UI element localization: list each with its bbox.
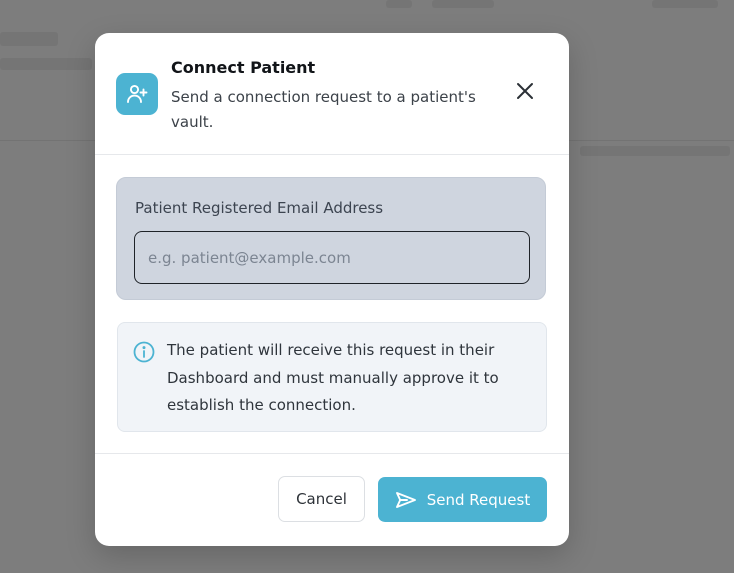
user-plus-icon: [116, 73, 158, 115]
footer-divider: [95, 453, 569, 454]
send-icon: [395, 491, 416, 508]
info-notice: The patient will receive this request in…: [117, 322, 547, 432]
dialog-subtitle: Send a connection request to a patient's…: [171, 88, 476, 131]
close-icon[interactable]: [515, 81, 535, 101]
background-content: [580, 146, 730, 156]
cancel-button[interactable]: Cancel: [278, 476, 365, 522]
dialog-header: Connect Patient Send a connection reques…: [95, 33, 569, 155]
cancel-label: Cancel: [296, 490, 347, 508]
close-button[interactable]: [513, 79, 537, 103]
email-label: Patient Registered Email Address: [135, 199, 384, 217]
dialog-title: Connect Patient: [171, 58, 316, 77]
background-content: [0, 32, 58, 46]
background-content: [652, 0, 718, 8]
background-content: [432, 0, 494, 8]
email-section: Patient Registered Email Address: [116, 177, 546, 300]
send-request-label: Send Request: [426, 490, 531, 509]
info-text: The patient will receive this request in…: [167, 341, 499, 414]
info-icon: [133, 341, 155, 363]
email-input[interactable]: [134, 231, 530, 284]
connect-patient-dialog: Connect Patient Send a connection reques…: [95, 33, 569, 546]
background-content: [386, 0, 412, 8]
send-request-button[interactable]: Send Request: [378, 477, 547, 522]
background-content: [0, 58, 92, 70]
